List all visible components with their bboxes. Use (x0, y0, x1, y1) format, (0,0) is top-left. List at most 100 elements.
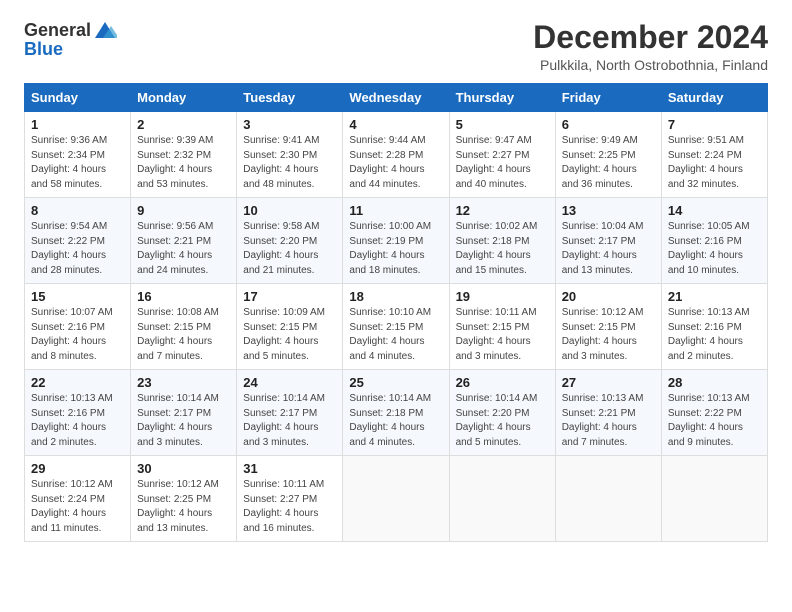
day-info: Sunrise: 10:00 AM Sunset: 2:19 PM Daylig… (349, 220, 442, 278)
day-info: Sunrise: 10:12 AM Sunset: 2:15 PM Daylig… (562, 306, 655, 364)
calendar-day-cell: 12 Sunrise: 10:02 AM Sunset: 2:18 PM Dayl… (449, 198, 555, 284)
calendar-day-cell: 9 Sunrise: 9:56 AM Sunset: 2:21 PM Daylig… (131, 198, 237, 284)
day-number: 13 (562, 203, 655, 218)
day-info: Sunrise: 10:11 AM Sunset: 2:15 PM Daylig… (456, 306, 549, 364)
calendar-day-cell: 30Sunrise: 10:12 AM Sunset: 2:25 PM Dayl… (131, 456, 237, 542)
day-info: Sunrise: 9:47 AM Sunset: 2:27 PM Dayligh… (456, 134, 549, 192)
calendar-day-cell: 21 Sunrise: 10:13 AM Sunset: 2:16 PM Dayl… (661, 284, 767, 370)
day-info: Sunrise: 9:39 AM Sunset: 2:32 PM Dayligh… (137, 134, 230, 192)
day-number: 10 (243, 203, 336, 218)
weekday-header-row: SundayMondayTuesdayWednesdayThursdayFrid… (25, 84, 768, 112)
day-info: Sunrise: 10:05 AM Sunset: 2:16 PM Daylig… (668, 220, 761, 278)
page-header: General Blue December 2024 Pulkkila, Nor… (24, 20, 768, 73)
calendar-week-row: 1 Sunrise: 9:36 AM Sunset: 2:34 PM Daylig… (25, 112, 768, 198)
day-info: Sunrise: 9:44 AM Sunset: 2:28 PM Dayligh… (349, 134, 442, 192)
day-info: Sunrise: 10:13 AM Sunset: 2:21 PM Daylig… (562, 392, 655, 450)
calendar-day-cell: 1 Sunrise: 9:36 AM Sunset: 2:34 PM Daylig… (25, 112, 131, 198)
weekday-header-wednesday: Wednesday (343, 84, 449, 112)
day-info: Sunrise: 10:14 AM Sunset: 2:18 PM Daylig… (349, 392, 442, 450)
day-number: 9 (137, 203, 230, 218)
weekday-header-tuesday: Tuesday (237, 84, 343, 112)
calendar-day-cell: 23 Sunrise: 10:14 AM Sunset: 2:17 PM Dayl… (131, 370, 237, 456)
day-info: Sunrise: 10:11 AM Sunset: 2:27 PM Daylig… (243, 478, 336, 536)
weekday-header-saturday: Saturday (661, 84, 767, 112)
day-number: 21 (668, 289, 761, 304)
title-block: December 2024 Pulkkila, North Ostrobothn… (533, 20, 768, 73)
calendar-week-row: 29 Sunrise: 10:12 AM Sunset: 2:24 PM Dayl… (25, 456, 768, 542)
calendar-day-cell: 19 Sunrise: 10:11 AM Sunset: 2:15 PM Dayl… (449, 284, 555, 370)
day-info: Sunrise: 9:36 AM Sunset: 2:34 PM Dayligh… (31, 134, 124, 192)
calendar-table: SundayMondayTuesdayWednesdayThursdayFrid… (24, 83, 768, 542)
calendar-week-row: 8 Sunrise: 9:54 AM Sunset: 2:22 PM Daylig… (25, 198, 768, 284)
calendar-day-cell: 28 Sunrise: 10:13 AM Sunset: 2:22 PM Dayl… (661, 370, 767, 456)
day-number: 24 (243, 375, 336, 390)
calendar-day-cell: 22Sunrise: 10:13 AM Sunset: 2:16 PM Dayl… (25, 370, 131, 456)
calendar-week-row: 15 Sunrise: 10:07 AM Sunset: 2:16 PM Dayl… (25, 284, 768, 370)
calendar-day-cell: 5 Sunrise: 9:47 AM Sunset: 2:27 PM Daylig… (449, 112, 555, 198)
day-number: 18 (349, 289, 442, 304)
month-title: December 2024 (533, 20, 768, 55)
calendar-day-cell: 4 Sunrise: 9:44 AM Sunset: 2:28 PM Daylig… (343, 112, 449, 198)
day-info: Sunrise: 10:12 AM Sunset: 2:25 PM Daylig… (137, 478, 230, 536)
day-number: 20 (562, 289, 655, 304)
day-info: Sunrise: 10:04 AM Sunset: 2:17 PM Daylig… (562, 220, 655, 278)
calendar-day-cell: 2 Sunrise: 9:39 AM Sunset: 2:32 PM Daylig… (131, 112, 237, 198)
day-info: Sunrise: 10:14 AM Sunset: 2:17 PM Daylig… (137, 392, 230, 450)
calendar-day-cell: 8 Sunrise: 9:54 AM Sunset: 2:22 PM Daylig… (25, 198, 131, 284)
day-info: Sunrise: 9:56 AM Sunset: 2:21 PM Dayligh… (137, 220, 230, 278)
day-number: 17 (243, 289, 336, 304)
weekday-header-sunday: Sunday (25, 84, 131, 112)
day-number: 1 (31, 117, 124, 132)
day-info: Sunrise: 10:14 AM Sunset: 2:20 PM Daylig… (456, 392, 549, 450)
day-number: 15 (31, 289, 124, 304)
day-number: 27 (562, 375, 655, 390)
location-subtitle: Pulkkila, North Ostrobothnia, Finland (533, 57, 768, 73)
day-number: 8 (31, 203, 124, 218)
day-number: 4 (349, 117, 442, 132)
calendar-day-cell: 24 Sunrise: 10:14 AM Sunset: 2:17 PM Dayl… (237, 370, 343, 456)
day-number: 12 (456, 203, 549, 218)
calendar-day-cell: 6Sunrise: 9:49 AM Sunset: 2:25 PM Daylig… (555, 112, 661, 198)
day-info: Sunrise: 10:07 AM Sunset: 2:16 PM Daylig… (31, 306, 124, 364)
day-number: 23 (137, 375, 230, 390)
calendar-day-cell: 10 Sunrise: 9:58 AM Sunset: 2:20 PM Dayli… (237, 198, 343, 284)
day-number: 25 (349, 375, 442, 390)
logo-blue: Blue (24, 40, 63, 58)
day-info: Sunrise: 10:13 AM Sunset: 2:16 PM Daylig… (668, 306, 761, 364)
day-info: Sunrise: 9:58 AM Sunset: 2:20 PM Dayligh… (243, 220, 336, 278)
day-number: 26 (456, 375, 549, 390)
day-info: Sunrise: 9:41 AM Sunset: 2:30 PM Dayligh… (243, 134, 336, 192)
calendar-day-cell: 18 Sunrise: 10:10 AM Sunset: 2:15 PM Dayl… (343, 284, 449, 370)
calendar-day-cell: 26 Sunrise: 10:14 AM Sunset: 2:20 PM Dayl… (449, 370, 555, 456)
calendar-day-cell: 20 Sunrise: 10:12 AM Sunset: 2:15 PM Dayl… (555, 284, 661, 370)
day-number: 28 (668, 375, 761, 390)
calendar-day-cell (449, 456, 555, 542)
day-info: Sunrise: 9:49 AM Sunset: 2:25 PM Dayligh… (562, 134, 655, 192)
day-info: Sunrise: 10:12 AM Sunset: 2:24 PM Daylig… (31, 478, 124, 536)
day-info: Sunrise: 10:13 AM Sunset: 2:22 PM Daylig… (668, 392, 761, 450)
day-number: 11 (349, 203, 442, 218)
day-number: 29 (31, 461, 124, 476)
day-info: Sunrise: 9:51 AM Sunset: 2:24 PM Dayligh… (668, 134, 761, 192)
day-info: Sunrise: 10:10 AM Sunset: 2:15 PM Daylig… (349, 306, 442, 364)
day-number: 2 (137, 117, 230, 132)
calendar-day-cell (343, 456, 449, 542)
day-number: 5 (456, 117, 549, 132)
day-info: Sunrise: 9:54 AM Sunset: 2:22 PM Dayligh… (31, 220, 124, 278)
logo-icon (93, 20, 117, 40)
day-number: 19 (456, 289, 549, 304)
calendar-day-cell: 13 Sunrise: 10:04 AM Sunset: 2:17 PM Dayl… (555, 198, 661, 284)
logo: General Blue (24, 20, 117, 58)
calendar-day-cell: 31 Sunrise: 10:11 AM Sunset: 2:27 PM Dayl… (237, 456, 343, 542)
day-info: Sunrise: 10:14 AM Sunset: 2:17 PM Daylig… (243, 392, 336, 450)
day-number: 3 (243, 117, 336, 132)
weekday-header-thursday: Thursday (449, 84, 555, 112)
calendar-day-cell: 25 Sunrise: 10:14 AM Sunset: 2:18 PM Dayl… (343, 370, 449, 456)
calendar-day-cell: 3 Sunrise: 9:41 AM Sunset: 2:30 PM Daylig… (237, 112, 343, 198)
day-info: Sunrise: 10:13 AM Sunset: 2:16 PM Daylig… (31, 392, 124, 450)
calendar-day-cell: 15 Sunrise: 10:07 AM Sunset: 2:16 PM Dayl… (25, 284, 131, 370)
day-number: 31 (243, 461, 336, 476)
day-number: 7 (668, 117, 761, 132)
weekday-header-friday: Friday (555, 84, 661, 112)
day-info: Sunrise: 10:02 AM Sunset: 2:18 PM Daylig… (456, 220, 549, 278)
